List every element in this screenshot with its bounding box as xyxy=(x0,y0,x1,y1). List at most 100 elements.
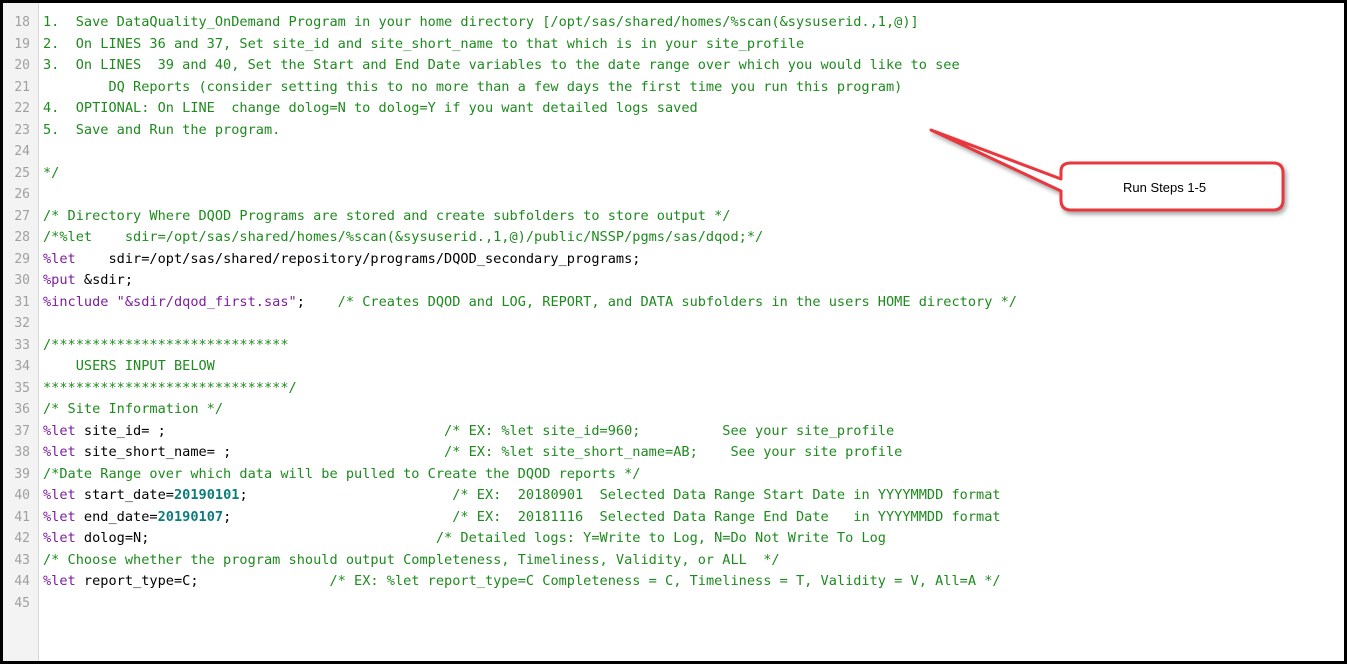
line-number: 23 xyxy=(14,122,30,138)
code-text: /* Choose whether the program should out… xyxy=(33,550,780,572)
line-number: 22 xyxy=(14,101,30,116)
code-text: 4. OPTIONAL: On LINE change dolog=N to d… xyxy=(33,98,698,120)
line-number: 42 xyxy=(14,531,30,546)
line-number: 30 xyxy=(14,273,30,288)
code-line[interactable]: 25 */ xyxy=(3,163,1344,185)
code-line[interactable]: 28 /*%let sdir=/opt/sas/shared/homes/%sca… xyxy=(3,227,1344,249)
code-plain: dolog=N; xyxy=(75,530,436,546)
line-number: 40 xyxy=(14,488,30,503)
line-number: 29 xyxy=(14,251,30,267)
code-line[interactable]: 39 /*Date Range over which data will be p… xyxy=(3,464,1344,486)
code-editor[interactable]: 18 1. Save DataQuality_OnDemand Program i… xyxy=(3,12,1344,614)
line-number: 37 xyxy=(14,423,30,439)
code-comment: /* EX: %let site_short_name=AB; See your… xyxy=(444,444,903,460)
code-text: %let dolog=N; /* Detailed logs: Y=Write … xyxy=(33,528,886,550)
code-plain: site_short_name= ; xyxy=(75,444,445,460)
code-line[interactable]: 40 %let start_date=20190101; /* EX: 20180… xyxy=(3,485,1344,507)
code-comment: /*Date Range over which data will be pul… xyxy=(43,465,641,482)
code-line[interactable]: 20 3. On LINES 39 and 40, Set the Start a… xyxy=(3,55,1344,77)
code-line[interactable]: 29 %let sdir=/opt/sas/shared/repository/p… xyxy=(3,249,1344,271)
line-number: 38 xyxy=(14,445,30,460)
code-line[interactable]: 32 xyxy=(3,313,1344,335)
code-text: ******************************/ xyxy=(33,378,297,400)
code-text: 3. On LINES 39 and 40, Set the Start and… xyxy=(33,55,960,77)
code-line[interactable]: 37 %let site_id= ; /* EX: %let site_id=96… xyxy=(3,421,1344,443)
line-number: 28 xyxy=(14,230,30,245)
line-number: 20 xyxy=(14,58,30,73)
code-comment: 1. Save DataQuality_OnDemand Program in … xyxy=(43,14,919,30)
code-line[interactable]: 45 xyxy=(3,593,1344,615)
line-number: 43 xyxy=(14,552,30,568)
code-line[interactable]: 30 %put &sdir; xyxy=(3,270,1344,292)
code-line[interactable]: 33 /***************************** xyxy=(3,335,1344,357)
code-text: %let start_date=20190101; /* EX: 2018090… xyxy=(33,485,1001,507)
code-line[interactable]: 23 5. Save and Run the program. xyxy=(3,120,1344,142)
code-line[interactable]: 18 1. Save DataQuality_OnDemand Program i… xyxy=(3,12,1344,34)
code-plain: start_date= xyxy=(75,487,174,503)
line-number: 39 xyxy=(14,466,30,482)
code-text: */ xyxy=(33,163,59,185)
code-line[interactable]: 22 4. OPTIONAL: On LINE change dolog=N to… xyxy=(3,98,1344,120)
code-line[interactable]: 24 xyxy=(3,141,1344,163)
code-line[interactable]: 26 xyxy=(3,184,1344,206)
code-macro-keyword: %let xyxy=(43,422,76,439)
code-plain: ; xyxy=(223,508,453,525)
code-line[interactable]: 42 %let dolog=N; /* Detailed logs: Y=Writ… xyxy=(3,528,1344,550)
code-line[interactable]: 31 %include "&sdir/dqod_first.sas"; /* Cr… xyxy=(3,292,1344,314)
code-line[interactable]: 36 /* Site Information */ xyxy=(3,399,1344,421)
code-comment: */ xyxy=(43,164,60,181)
code-macro-keyword: %let xyxy=(43,530,76,546)
code-line[interactable]: 43 /* Choose whether the program should o… xyxy=(3,550,1344,572)
code-macro-keyword: %let xyxy=(43,573,76,589)
line-number: 36 xyxy=(14,402,30,417)
code-macro-keyword: %let xyxy=(43,444,76,460)
line-number: 18 xyxy=(14,15,30,30)
code-text: USERS INPUT BELOW xyxy=(33,356,215,378)
line-number: 31 xyxy=(14,294,30,310)
code-text: 5. Save and Run the program. xyxy=(33,120,280,142)
code-line[interactable]: 35 ******************************/ xyxy=(3,378,1344,400)
code-comment: /*%let sdir=/opt/sas/shared/homes/%scan(… xyxy=(43,229,764,245)
code-line[interactable]: 27 /* Directory Where DQOD Programs are s… xyxy=(3,206,1344,228)
code-line[interactable]: 44 %let report_type=C; /* EX: %let report… xyxy=(3,571,1344,593)
line-number: 33 xyxy=(14,337,30,353)
code-macro-keyword: %let xyxy=(43,487,76,503)
code-line[interactable]: 19 2. On LINES 36 and 37, Set site_id and… xyxy=(3,34,1344,56)
code-number: 20190107 xyxy=(157,508,224,525)
code-comment: /* EX: 20180901 Selected Data Range Star… xyxy=(452,487,1001,503)
code-text: /* Site Information */ xyxy=(33,399,223,421)
code-comment: 5. Save and Run the program. xyxy=(43,121,281,138)
code-number: 20190101 xyxy=(173,487,240,503)
code-line[interactable]: 21 DQ Reports (consider setting this to … xyxy=(3,77,1344,99)
line-number: 44 xyxy=(14,574,30,589)
line-number: 34 xyxy=(14,359,30,374)
code-comment: 3. On LINES 39 and 40, Set the Start and… xyxy=(43,57,960,73)
code-comment: /* Directory Where DQOD Programs are sto… xyxy=(43,207,731,224)
code-text: /*%let sdir=/opt/sas/shared/homes/%scan(… xyxy=(33,227,763,249)
line-number: 26 xyxy=(14,187,30,202)
code-plain: report_type=C; xyxy=(75,573,330,589)
line-number: 45 xyxy=(14,595,30,611)
code-comment: 4. OPTIONAL: On LINE change dolog=N to d… xyxy=(43,100,698,116)
code-macro-keyword: %let xyxy=(43,508,76,525)
code-line[interactable]: 34 USERS INPUT BELOW xyxy=(3,356,1344,378)
code-text: %include "&sdir/dqod_first.sas"; /* Crea… xyxy=(33,292,1017,314)
line-number: 41 xyxy=(14,509,30,525)
code-plain: ; xyxy=(296,293,338,310)
code-text: 2. On LINES 36 and 37, Set site_id and s… xyxy=(33,34,804,56)
code-line[interactable]: 41 %let end_date=20190107; /* EX: 2018111… xyxy=(3,507,1344,529)
code-editor-window: 18 1. Save DataQuality_OnDemand Program i… xyxy=(0,0,1347,664)
code-line[interactable]: 38 %let site_short_name= ; /* EX: %let si… xyxy=(3,442,1344,464)
line-number: 27 xyxy=(14,208,30,224)
code-text: %let site_short_name= ; /* EX: %let site… xyxy=(33,442,902,464)
code-plain: ; xyxy=(239,487,453,503)
code-comment: /* EX: 20181116 Selected Data Range End … xyxy=(452,508,1001,525)
code-comment: /* Site Information */ xyxy=(43,401,224,417)
code-comment: ******************************/ xyxy=(43,379,297,396)
code-text: /* Directory Where DQOD Programs are sto… xyxy=(33,206,730,228)
code-comment: 2. On LINES 36 and 37, Set site_id and s… xyxy=(43,35,805,52)
code-comment: /* Detailed logs: Y=Write to Log, N=Do N… xyxy=(435,530,886,546)
